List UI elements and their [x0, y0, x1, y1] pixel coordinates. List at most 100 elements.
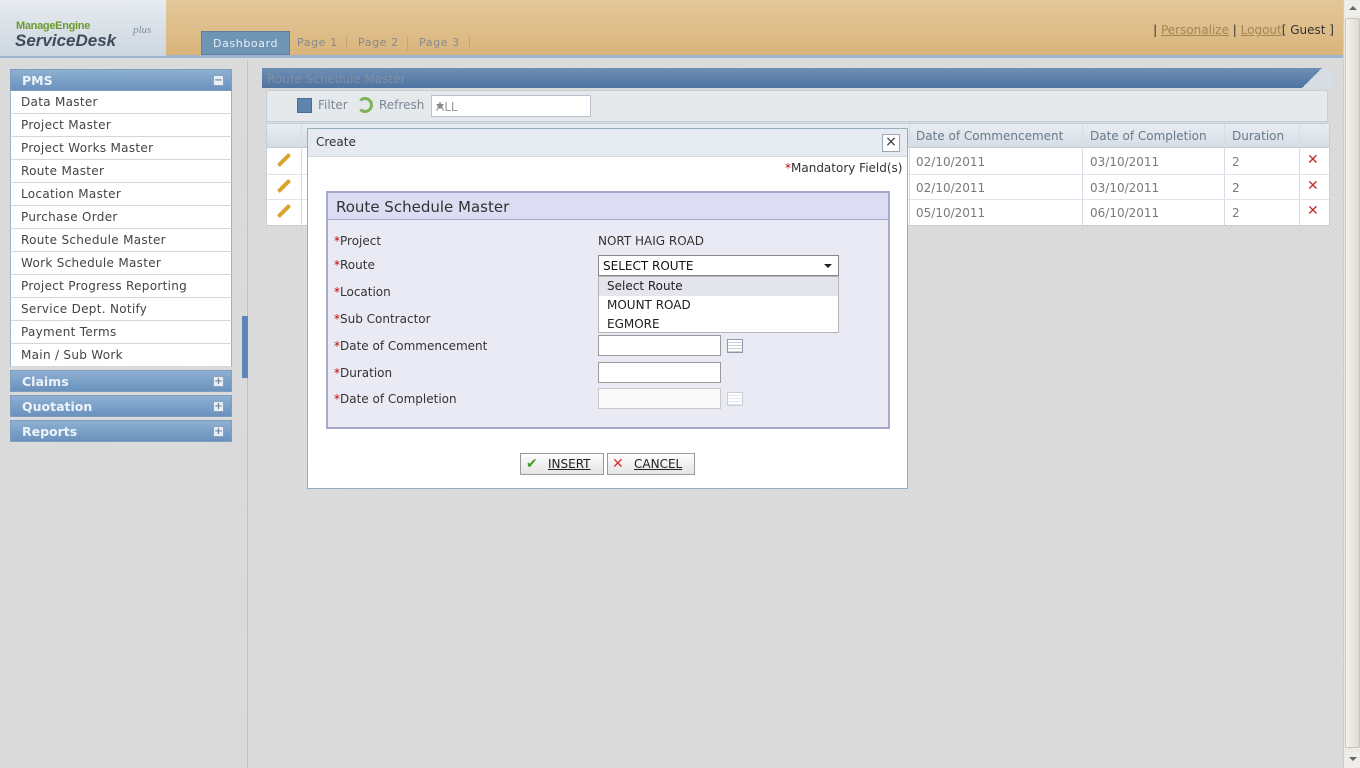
label-text: Duration: [340, 366, 393, 380]
app-logo: ManageEngine ServiceDesk plus: [0, 0, 166, 56]
refresh-icon[interactable]: [357, 97, 373, 113]
sidebar-item-project-works-master[interactable]: Project Works Master: [10, 137, 232, 160]
sidebar-section-reports[interactable]: Reports +: [10, 420, 232, 442]
sidebar-item-project-progress-reporting[interactable]: Project Progress Reporting: [10, 275, 232, 298]
tab-page-1[interactable]: Page 1: [286, 31, 349, 55]
refresh-button[interactable]: Refresh: [379, 98, 424, 112]
section-title: PMS: [22, 73, 53, 88]
collapse-icon[interactable]: −: [213, 75, 224, 86]
route-dropdown-list: Select Route MOUNT ROAD EGMORE: [598, 276, 839, 333]
label-text: Date of Completion: [340, 392, 457, 406]
sidebar-item-purchase-order[interactable]: Purchase Order: [10, 206, 232, 229]
sidebar-item-route-master[interactable]: Route Master: [10, 160, 232, 183]
label-text: Project: [340, 234, 382, 248]
panel-title-bar: Route Schedule Master: [262, 68, 1332, 88]
cell-duration: 2: [1232, 155, 1240, 169]
cell-commencement: 02/10/2011: [916, 155, 986, 169]
project-value: NORT HAIG ROAD: [598, 234, 704, 248]
grid-toolbar: [266, 90, 1328, 122]
personalize-link[interactable]: Personalize: [1161, 23, 1229, 37]
cell-commencement: 02/10/2011: [916, 181, 986, 195]
cell-completion: 03/10/2011: [1090, 155, 1160, 169]
scroll-up-button[interactable]: [1345, 1, 1360, 16]
form-title: Route Schedule Master: [328, 193, 888, 220]
arrow-down-icon: [1349, 757, 1357, 761]
label-text: Date of Commencement: [340, 339, 488, 353]
label-text: Route: [340, 258, 375, 272]
column-header-duration[interactable]: Duration: [1232, 129, 1284, 143]
route-option[interactable]: Select Route: [599, 277, 838, 296]
duration-field[interactable]: [598, 362, 721, 383]
user-name: [ Guest ]: [1281, 23, 1334, 37]
section-title: Reports: [22, 424, 78, 439]
sidebar-item-work-schedule-master[interactable]: Work Schedule Master: [10, 252, 232, 275]
sidebar-section-claims[interactable]: Claims +: [10, 370, 232, 392]
cell-duration: 2: [1232, 206, 1240, 220]
scroll-down-button[interactable]: [1345, 752, 1360, 767]
dialog-title[interactable]: Create: [308, 129, 907, 157]
mandatory-note: *Mandatory Field(s): [785, 161, 903, 175]
sidebar-item-location-master[interactable]: Location Master: [10, 183, 232, 206]
chevron-down-icon: [824, 264, 832, 268]
sidebar-section-pms[interactable]: PMS −: [10, 69, 232, 91]
tab-page-3[interactable]: Page 3: [408, 31, 471, 55]
cell-duration: 2: [1232, 181, 1240, 195]
sidebar-item-route-schedule-master[interactable]: Route Schedule Master: [10, 229, 232, 252]
location-label: *Location: [334, 285, 391, 299]
page-scrollbar[interactable]: [1343, 0, 1360, 768]
tab-page-2[interactable]: Page 2: [347, 31, 410, 55]
tab-separator: [469, 36, 470, 50]
sub-contractor-label: *Sub Contractor: [334, 312, 431, 326]
expand-icon[interactable]: +: [213, 401, 224, 412]
commencement-date-field[interactable]: [598, 335, 721, 356]
filter-button[interactable]: Filter: [318, 98, 348, 112]
arrow-up-icon: [1349, 6, 1357, 10]
logout-link[interactable]: Logout: [1241, 23, 1282, 37]
column-header-completion[interactable]: Date of Completion: [1090, 129, 1207, 143]
logo-product: ServiceDesk: [15, 31, 117, 50]
calendar-icon[interactable]: [727, 339, 743, 353]
insert-button[interactable]: ✔ INSERT: [520, 453, 604, 475]
cancel-label: CANCEL: [634, 457, 683, 471]
route-select-value: SELECT ROUTE: [603, 259, 694, 273]
close-icon[interactable]: ×: [882, 134, 900, 152]
sidebar-item-main-sub-work[interactable]: Main / Sub Work: [10, 344, 232, 367]
completion-label: *Date of Completion: [334, 392, 457, 406]
expand-icon[interactable]: +: [213, 376, 224, 387]
section-title: Quotation: [22, 399, 93, 414]
delete-icon[interactable]: ✕: [1307, 179, 1319, 193]
project-label: *Project: [334, 234, 381, 248]
check-icon: ✔: [526, 456, 538, 472]
header-links: | Personalize | Logout[ Guest ]: [1153, 23, 1334, 37]
route-option[interactable]: EGMORE: [599, 315, 838, 334]
view-select[interactable]: ALL: [431, 95, 591, 117]
sidebar-item-payment-terms[interactable]: Payment Terms: [10, 321, 232, 344]
sidebar-collapse-handle[interactable]: [242, 316, 248, 378]
chevron-down-icon: [436, 104, 444, 109]
expand-icon[interactable]: +: [213, 426, 224, 437]
route-option[interactable]: MOUNT ROAD: [599, 296, 838, 315]
scrollbar-thumb[interactable]: [1345, 18, 1360, 748]
cell-commencement: 05/10/2011: [916, 206, 986, 220]
sidebar-section-quotation[interactable]: Quotation +: [10, 395, 232, 417]
sidebar-item-service-dept-notify[interactable]: Service Dept. Notify: [10, 298, 232, 321]
filter-icon[interactable]: [297, 98, 312, 113]
route-label: *Route: [334, 258, 375, 272]
tab-dashboard[interactable]: Dashboard: [201, 31, 291, 55]
duration-label: *Duration: [334, 366, 392, 380]
calendar-icon: [727, 392, 743, 406]
sidebar-item-project-master[interactable]: Project Master: [10, 114, 232, 137]
column-header-commencement[interactable]: Date of Commencement: [916, 129, 1063, 143]
delete-icon[interactable]: ✕: [1307, 204, 1319, 218]
cross-icon: ✕: [612, 456, 624, 472]
route-select[interactable]: SELECT ROUTE: [598, 255, 839, 276]
label-text: Location: [340, 285, 391, 299]
delete-icon[interactable]: ✕: [1307, 153, 1319, 167]
cancel-button[interactable]: ✕ CANCEL: [607, 453, 695, 475]
cell-completion: 03/10/2011: [1090, 181, 1160, 195]
sidebar-item-data-master[interactable]: Data Master: [10, 91, 232, 114]
completion-date-field: [598, 388, 721, 409]
commencement-label: *Date of Commencement: [334, 339, 487, 353]
label-text: Sub Contractor: [340, 312, 431, 326]
panel-corner: [1292, 68, 1332, 88]
